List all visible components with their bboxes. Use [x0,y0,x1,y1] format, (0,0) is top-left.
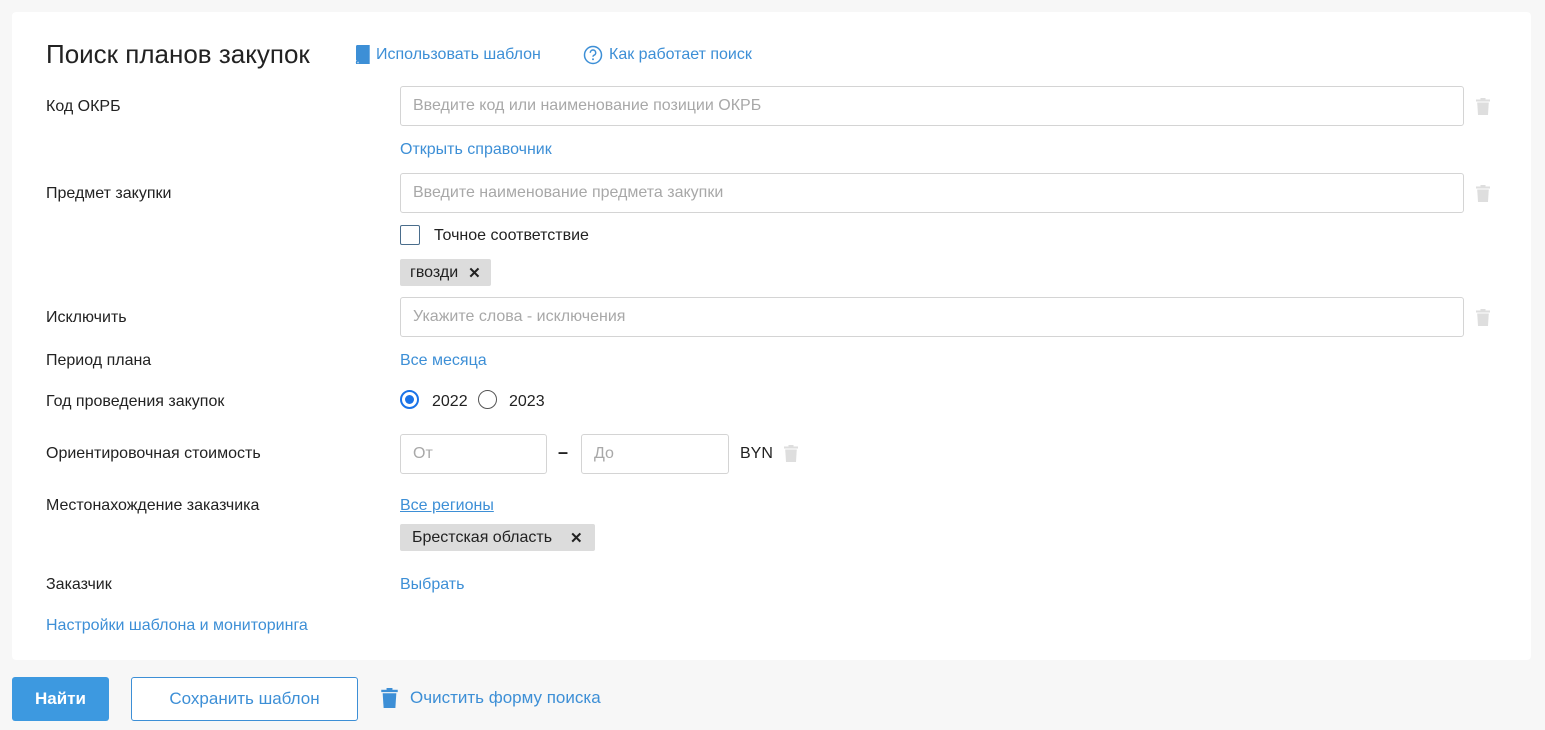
page-title: Поиск планов закупок [46,39,310,69]
subject-tag-label: гвозди [410,263,459,281]
region-tag: Брестская область ✕ [400,524,595,551]
year-2022-label: 2022 [432,393,468,410]
trash-icon[interactable] [1476,185,1490,202]
cost-from-input[interactable] [400,434,547,474]
year-label: Год проведения закупок [46,393,225,410]
template-settings-link[interactable]: Настройки шаблона и мониторинга [46,617,308,635]
cost-label: Ориентировочная стоимость [46,445,261,462]
subject-input[interactable] [400,173,1464,213]
clear-form-link[interactable]: Очистить форму поиска [381,688,601,708]
year-2022-radio[interactable] [400,390,419,409]
region-tag-label: Брестская область [412,528,553,546]
okrb-input[interactable] [400,86,1464,126]
search-form-card: Поиск планов закупок Использовать шаблон… [12,12,1531,660]
subject-tag: гвозди ✕ [400,259,491,286]
remove-tag-icon[interactable]: ✕ [468,264,481,282]
all-regions-link[interactable]: Все регионы [400,497,494,515]
find-button[interactable]: Найти [12,677,109,721]
trash-icon[interactable] [1476,98,1490,115]
exclude-input[interactable] [400,297,1464,337]
open-directory-link[interactable]: Открыть справочник [400,141,552,159]
choose-customer-link[interactable]: Выбрать [400,576,464,594]
period-label: Период плана [46,352,152,369]
book-icon [355,45,370,64]
subject-label: Предмет закупки [46,185,172,202]
cost-to-input[interactable] [581,434,729,474]
currency-label: BYN [740,445,773,462]
remove-tag-icon[interactable]: ✕ [570,529,583,547]
exact-match-label: Точное соответствие [434,227,589,244]
use-template-link[interactable]: Использовать шаблон [355,45,541,64]
help-circle-icon [583,45,603,65]
trash-icon [381,688,398,708]
how-search-works-label: Как работает поиск [609,46,752,63]
exact-match-checkbox[interactable] [400,225,420,245]
save-template-button[interactable]: Сохранить шаблон [131,677,358,721]
clear-form-label: Очистить форму поиска [410,688,601,707]
cost-range-dash: – [558,442,569,462]
year-2023-label: 2023 [509,393,545,410]
trash-icon[interactable] [784,445,798,462]
use-template-label: Использовать шаблон [376,45,541,63]
all-months-link[interactable]: Все месяца [400,352,487,370]
trash-icon[interactable] [1476,309,1490,326]
year-2023-radio[interactable] [478,390,497,409]
okrb-label: Код ОКРБ [46,98,121,115]
location-label: Местонахождение заказчика [46,497,260,514]
how-search-works-link[interactable]: Как работает поиск [583,45,752,65]
exclude-label: Исключить [46,309,127,326]
customer-label: Заказчик [46,576,112,593]
